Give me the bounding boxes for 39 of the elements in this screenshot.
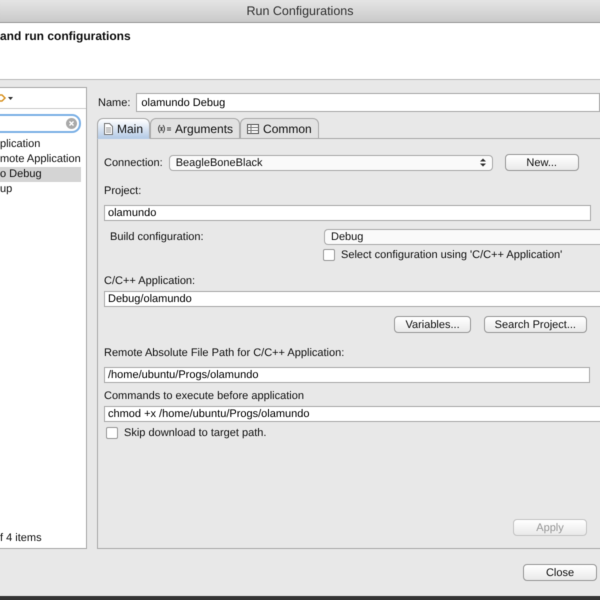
checkbox-label: Skip download to target path. xyxy=(124,427,266,439)
table-icon xyxy=(247,124,260,134)
checkbox[interactable] xyxy=(323,249,335,261)
search-project-button[interactable]: Search Project... xyxy=(484,316,587,333)
filter-field[interactable] xyxy=(0,114,81,133)
spinner-arrows-icon xyxy=(480,158,486,167)
commands-field[interactable]: chmod +x /home/ubuntu/Progs/olamundo xyxy=(104,406,600,422)
new-button[interactable]: New... xyxy=(504,154,579,171)
remote-path-field[interactable]: /home/ubuntu/Progs/olamundo xyxy=(104,367,590,383)
application-field[interactable]: Debug/olamundo xyxy=(104,291,600,307)
variables-button[interactable]: Variables... xyxy=(394,316,471,333)
configuration-item[interactable]: plication xyxy=(0,137,81,152)
connection-label: Connection: xyxy=(104,156,163,168)
checkbox[interactable] xyxy=(106,427,118,439)
connection-dropdown[interactable]: BeagleBoneBlack xyxy=(168,154,493,170)
configuration-item[interactable]: mote Application xyxy=(0,152,81,167)
build-configuration-label: Build configuration: xyxy=(110,231,205,243)
clear-icon[interactable] xyxy=(66,118,77,129)
checkbox-label: Select configuration using 'C/C++ Application' xyxy=(341,249,562,261)
project-field[interactable]: olamundo xyxy=(104,205,591,221)
configuration-item[interactable]: up xyxy=(0,182,81,197)
variable-icon xyxy=(157,124,172,134)
tab[interactable]: Main xyxy=(97,118,150,139)
filter-dropdown-icon[interactable] xyxy=(0,93,14,103)
build-configuration-dropdown[interactable]: Debug xyxy=(324,229,600,245)
name-field[interactable]: olamundo Debug xyxy=(136,93,600,112)
window-title: Run Configurations xyxy=(246,4,354,18)
application-label: C/C++ Application: xyxy=(104,275,196,287)
close-button[interactable]: Close xyxy=(523,564,597,581)
document-icon xyxy=(104,122,113,134)
commands-label: Commands to execute before application xyxy=(104,390,305,402)
tab[interactable]: Common xyxy=(240,118,319,139)
item-count: f 4 items xyxy=(0,532,43,544)
project-label: Project: xyxy=(104,185,142,197)
remote-path-label: Remote Absolute File Path for C/C++ Application: xyxy=(104,347,346,359)
configuration-item[interactable]: o Debug xyxy=(0,167,81,182)
header-title: and run configurations xyxy=(0,29,131,43)
tab[interactable]: Arguments xyxy=(150,118,240,139)
name-label: Name: xyxy=(98,96,130,108)
